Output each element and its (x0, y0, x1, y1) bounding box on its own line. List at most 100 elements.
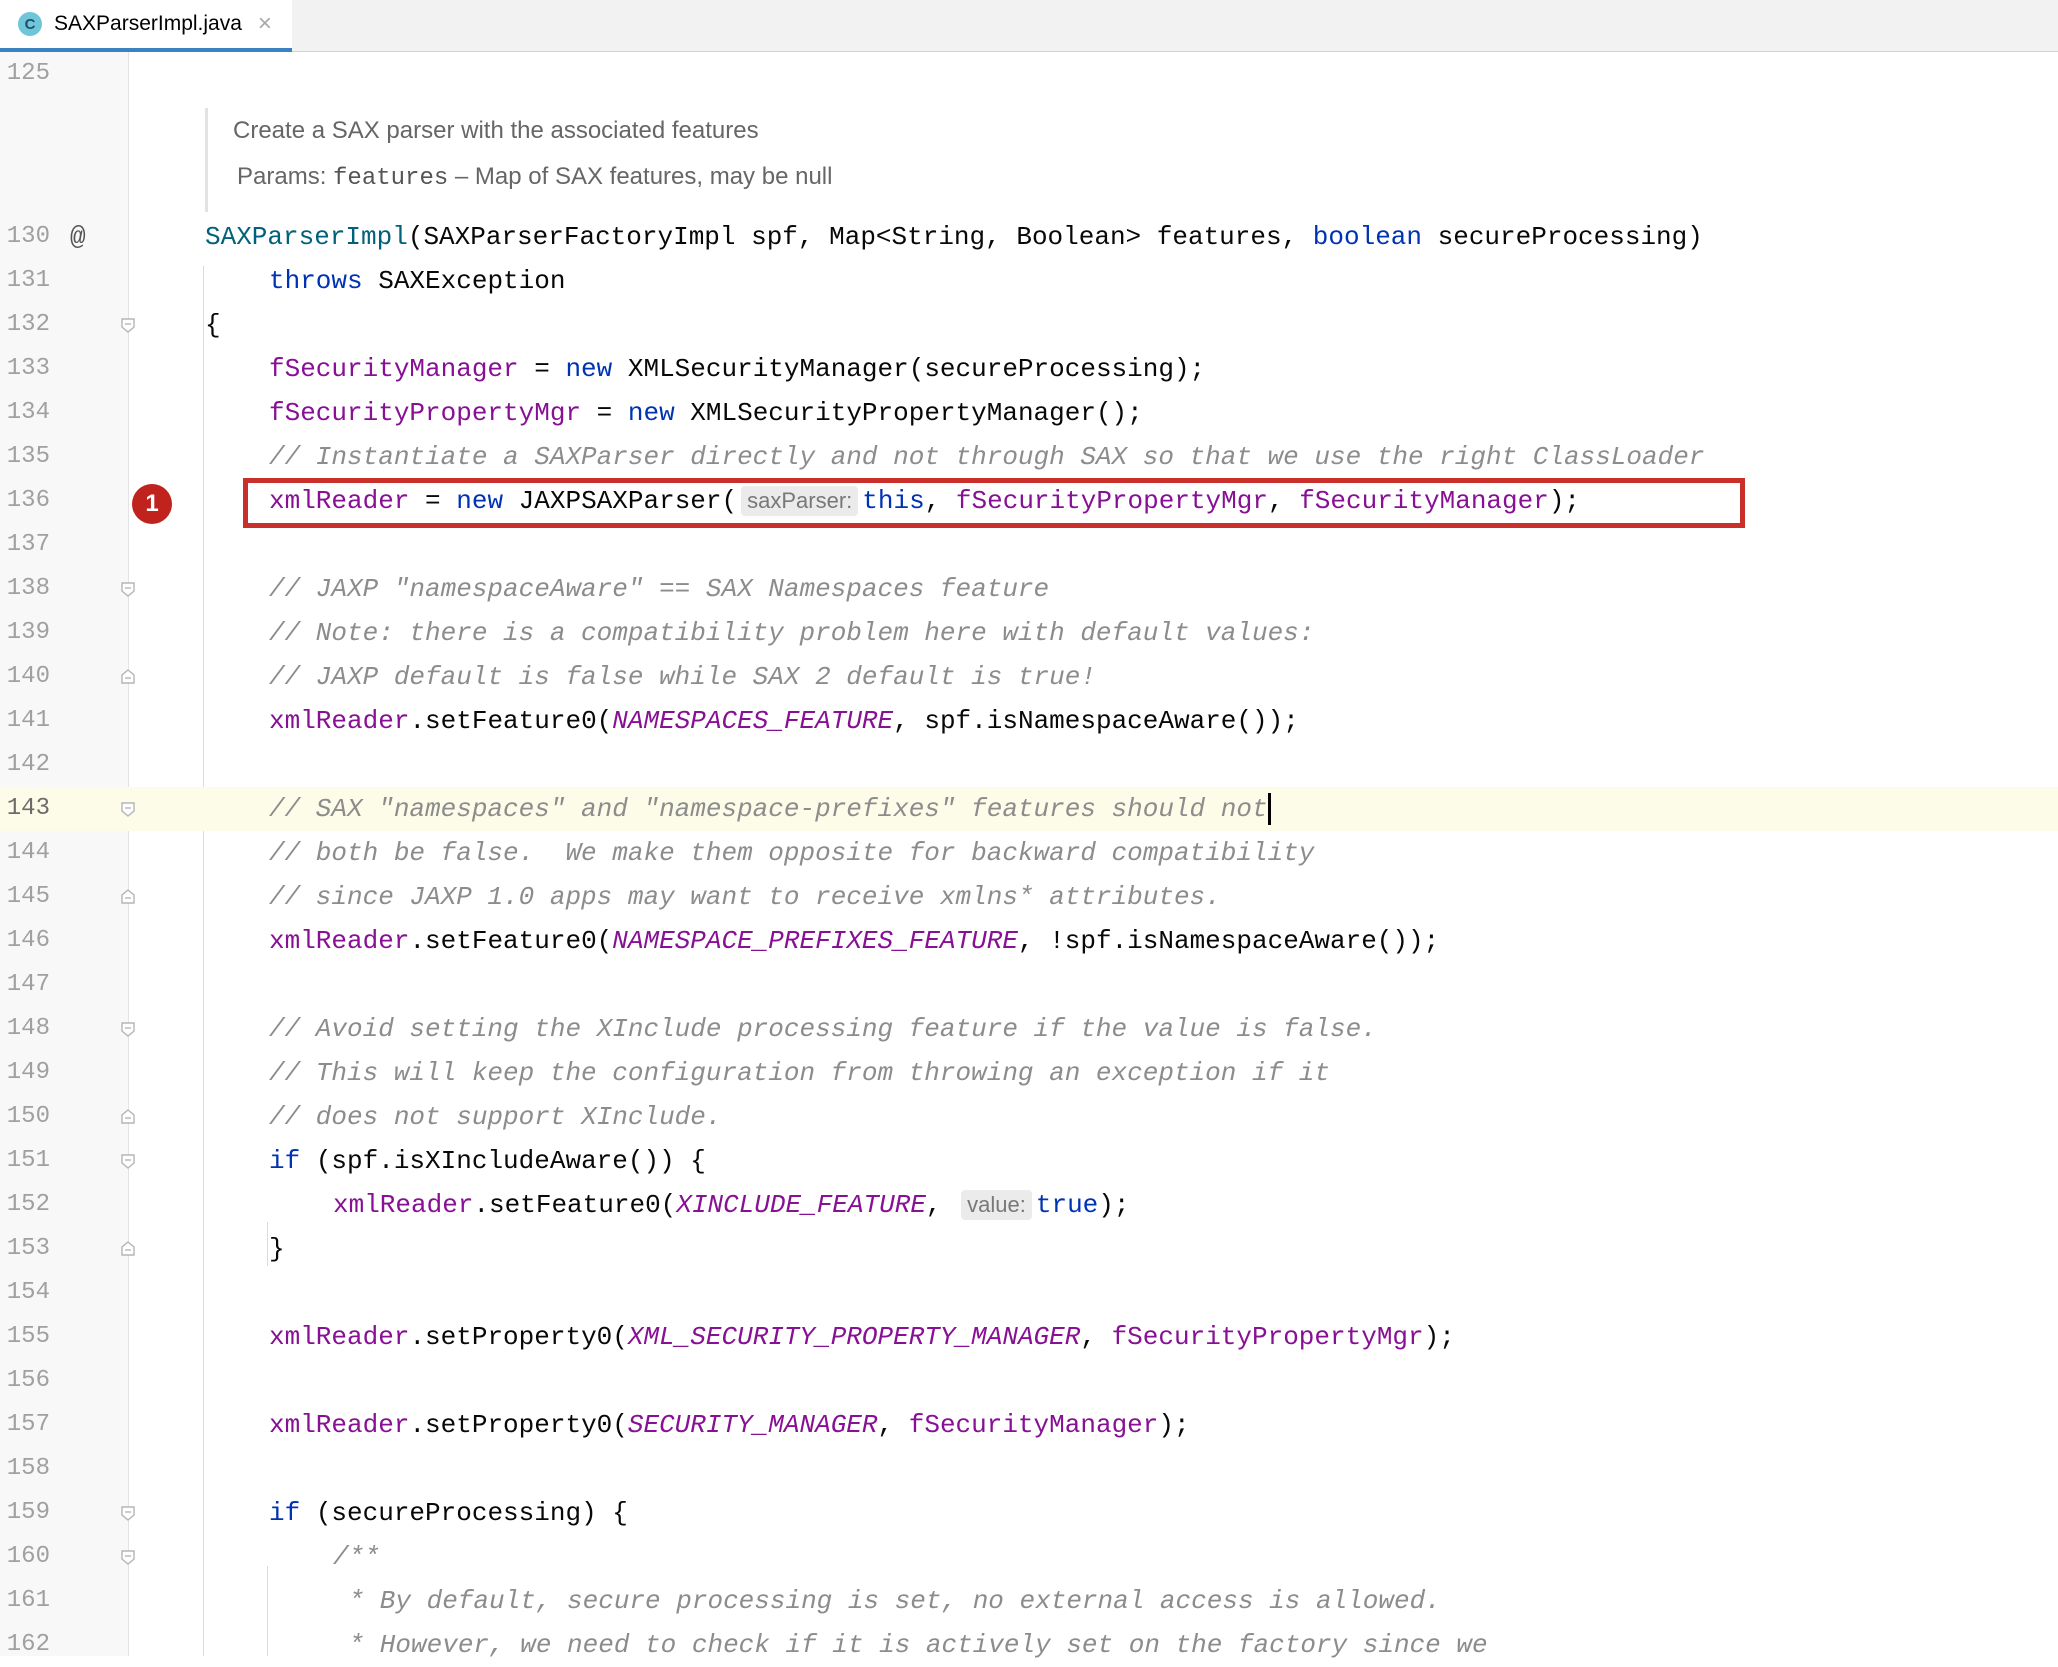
fold-start-icon[interactable] (120, 1021, 136, 1037)
line-number: 134 (6, 399, 50, 426)
code-line[interactable]: 132 { (0, 303, 2058, 347)
code-text: * However, we need to check if it is act… (333, 1630, 1488, 1660)
line-number: 162 (6, 1631, 50, 1658)
line-number: 150 (6, 1103, 50, 1130)
code-line[interactable]: 158 (0, 1447, 2058, 1491)
code-line[interactable]: 140 // JAXP default is false while SAX 2… (0, 655, 2058, 699)
code-line[interactable]: 142 (0, 743, 2058, 787)
line-number: 144 (6, 839, 50, 866)
fold-end-icon[interactable] (120, 1109, 136, 1125)
code-line[interactable]: 125 (0, 52, 2058, 96)
line-number: 149 (6, 1059, 50, 1086)
line-number: 156 (6, 1367, 50, 1394)
tab-label: SAXParserImpl.java (54, 12, 242, 35)
line-number: 140 (6, 663, 50, 690)
code-text: { (205, 310, 221, 340)
code-text: xmlReader.setFeature0(XINCLUDE_FEATURE, … (333, 1190, 1130, 1220)
override-marker-icon[interactable]: @ (70, 215, 86, 259)
code-line[interactable]: 149 // This will keep the configuration … (0, 1051, 2058, 1095)
line-number: 159 (6, 1499, 50, 1526)
code-line[interactable]: 141 xmlReader.setFeature0(NAMESPACES_FEA… (0, 699, 2058, 743)
code-line[interactable]: 135 // Instantiate a SAXParser directly … (0, 435, 2058, 479)
code-line[interactable]: 134 fSecurityPropertyMgr = new XMLSecuri… (0, 391, 2058, 435)
fold-start-icon[interactable] (120, 581, 136, 597)
code-line[interactable]: 159 if (secureProcessing) { (0, 1491, 2058, 1535)
code-line[interactable]: 155 xmlReader.setProperty0(XML_SECURITY_… (0, 1315, 2058, 1359)
line-number: 131 (6, 267, 50, 294)
code-text: } (269, 1234, 285, 1264)
line-number: 154 (6, 1279, 50, 1306)
code-text: xmlReader.setProperty0(XML_SECURITY_PROP… (269, 1322, 1455, 1352)
line-number: 158 (6, 1455, 50, 1482)
code-text: // JAXP "namespaceAware" == SAX Namespac… (269, 574, 1050, 604)
line-number: 153 (6, 1235, 50, 1262)
doc-param-name: features (333, 165, 449, 192)
code-line[interactable]: 156 (0, 1359, 2058, 1403)
line-number: 143 (6, 795, 50, 822)
code-line[interactable]: 130 @ SAXParserImpl(SAXParserFactoryImpl… (0, 215, 2058, 259)
code-line[interactable]: 162 * However, we need to check if it is… (0, 1623, 2058, 1667)
code-line[interactable]: 138 // JAXP "namespaceAware" == SAX Name… (0, 567, 2058, 611)
line-number: 155 (6, 1323, 50, 1350)
fold-start-icon[interactable] (120, 1153, 136, 1169)
code-line[interactable]: 145 // since JAXP 1.0 apps may want to r… (0, 875, 2058, 919)
code-line[interactable]: 157 xmlReader.setProperty0(SECURITY_MANA… (0, 1403, 2058, 1447)
line-number: 147 (6, 971, 50, 998)
code-line[interactable]: 154 (0, 1271, 2058, 1315)
code-line[interactable]: 161 * By default, secure processing is s… (0, 1579, 2058, 1623)
code-text: // This will keep the configuration from… (269, 1058, 1330, 1088)
line-number: 142 (6, 751, 50, 778)
code-editor[interactable]: 125 Create a SAX parser with the associa… (0, 52, 2058, 1660)
line-number: 135 (6, 443, 50, 470)
fold-start-icon[interactable] (120, 1505, 136, 1521)
line-number: 125 (6, 60, 50, 87)
code-text: fSecurityPropertyMgr = new XMLSecurityPr… (269, 398, 1143, 428)
code-line[interactable]: 152 xmlReader.setFeature0(XINCLUDE_FEATU… (0, 1183, 2058, 1227)
fold-start-icon[interactable] (120, 317, 136, 333)
code-line[interactable]: 133 fSecurityManager = new XMLSecurityMa… (0, 347, 2058, 391)
line-number: 141 (6, 707, 50, 734)
code-line[interactable]: 146 xmlReader.setFeature0(NAMESPACE_PREF… (0, 919, 2058, 963)
step-marker-icon[interactable]: 1 (132, 484, 172, 524)
rendered-doc-comment[interactable]: Create a SAX parser with the associated … (205, 108, 1505, 212)
code-text: fSecurityManager = new XMLSecurityManage… (269, 354, 1206, 384)
close-icon[interactable]: × (258, 10, 272, 38)
line-number: 160 (6, 1543, 50, 1570)
code-line[interactable]: 139 // Note: there is a compatibility pr… (0, 611, 2058, 655)
fold-start-icon[interactable] (120, 1549, 136, 1565)
line-number: 161 (6, 1587, 50, 1614)
code-text: throws SAXException (269, 266, 566, 296)
text-caret (1267, 793, 1271, 826)
doc-params-label: Params: (237, 163, 327, 190)
code-line[interactable]: 137 (0, 523, 2058, 567)
code-line[interactable]: 151 if (spf.isXIncludeAware()) { (0, 1139, 2058, 1183)
code-line[interactable]: 153 } (0, 1227, 2058, 1271)
code-line[interactable]: 131 throws SAXException (0, 259, 2058, 303)
fold-end-icon[interactable] (120, 669, 136, 685)
line-number: 138 (6, 575, 50, 602)
code-line[interactable]: 160 /** (0, 1535, 2058, 1579)
code-line[interactable]: 148 // Avoid setting the XInclude proces… (0, 1007, 2058, 1051)
line-number: 157 (6, 1411, 50, 1438)
fold-end-icon[interactable] (120, 1241, 136, 1257)
code-line[interactable]: 144 // both be false. We make them oppos… (0, 831, 2058, 875)
code-line[interactable]: 147 (0, 963, 2058, 1007)
code-text: xmlReader.setProperty0(SECURITY_MANAGER,… (269, 1410, 1190, 1440)
line-number: 152 (6, 1191, 50, 1218)
line-number: 130 (6, 223, 50, 250)
fold-end-icon[interactable] (120, 889, 136, 905)
code-text: // Note: there is a compatibility proble… (269, 618, 1315, 648)
fold-start-icon[interactable] (120, 801, 136, 817)
code-text: // JAXP default is false while SAX 2 def… (269, 662, 1096, 692)
line-number: 133 (6, 355, 50, 382)
code-text: // both be false. We make them opposite … (269, 838, 1315, 868)
current-code-line[interactable]: 143 // SAX "namespaces" and "namespace-p… (0, 787, 2058, 831)
code-line[interactable]: 150 // does not support XInclude. (0, 1095, 2058, 1139)
line-number: 137 (6, 531, 50, 558)
code-text: // Instantiate a SAXParser directly and … (269, 442, 1705, 472)
code-text: if (spf.isXIncludeAware()) { (269, 1146, 706, 1176)
code-text: * By default, secure processing is set, … (333, 1586, 1441, 1616)
parameter-hint: value: (961, 1190, 1032, 1220)
tab-saxparserimpl[interactable]: C SAXParserImpl.java × (0, 0, 292, 52)
line-number: 148 (6, 1015, 50, 1042)
